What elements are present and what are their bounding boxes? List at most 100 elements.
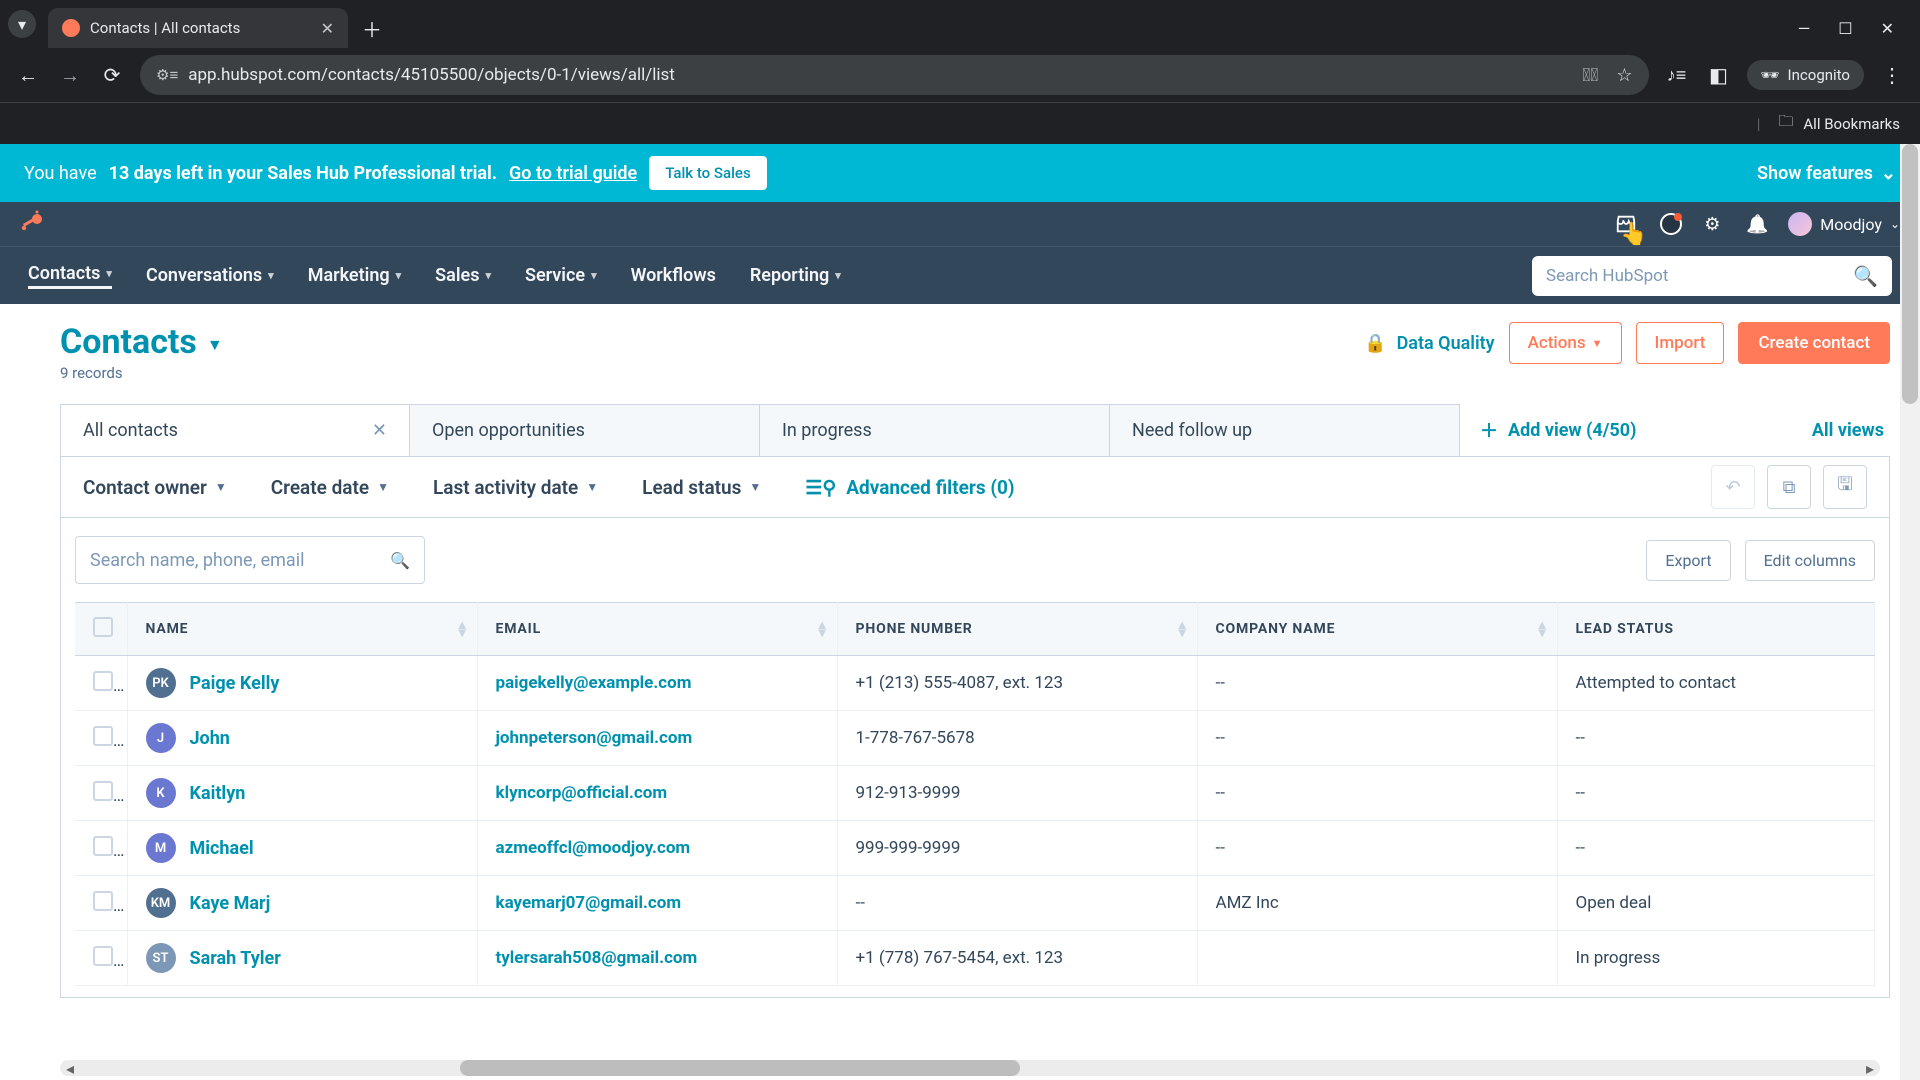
address-bar[interactable]: ⚙≡ app.hubspot.com/contacts/45105500/obj… [140,55,1649,95]
nav-marketing[interactable]: Marketing▾ [308,265,401,286]
actions-button[interactable]: Actions▼ [1509,322,1622,364]
contact-email-link[interactable]: klyncorp@official.com [496,783,668,803]
contact-email-link[interactable]: johnpeterson@gmail.com [496,728,693,748]
data-quality-link[interactable]: 🔒 Data Quality [1364,333,1494,354]
all-views-link[interactable]: All views [1812,420,1890,441]
chevron-down-icon[interactable]: ⌄ [1881,163,1896,184]
kebab-menu-icon[interactable]: ⋮ [1878,63,1906,87]
contact-name-link[interactable]: John [190,728,230,749]
col-name[interactable]: NAME▴▾ [127,603,477,656]
sidepanel-icon[interactable]: ◧ [1705,63,1733,87]
nav-workflows[interactable]: Workflows [631,265,716,286]
reload-icon[interactable]: ⟳ [98,63,126,87]
add-view-button[interactable]: ＋Add view (4/50) [1480,417,1636,443]
edit-columns-button[interactable]: Edit columns [1745,540,1875,581]
contact-name-link[interactable]: Kaye Marj [190,893,271,914]
table-row[interactable]: KKaitlyn klyncorp@official.com 912-913-9… [75,766,1875,821]
close-icon[interactable]: ✕ [372,420,387,441]
table-row[interactable]: KMKaye Marj kayemarj07@gmail.com -- AMZ … [75,876,1875,931]
talk-to-sales-button[interactable]: Talk to Sales [649,156,766,190]
table-row[interactable]: JJohn johnpeterson@gmail.com 1-778-767-5… [75,711,1875,766]
nav-conversations[interactable]: Conversations▾ [146,265,274,286]
bookmark-star-icon[interactable]: ☆ [1616,65,1632,86]
row-checkbox[interactable] [75,821,127,876]
save-icon[interactable]: 🖫 [1823,465,1867,509]
nav-service[interactable]: Service▾ [525,265,597,286]
eye-off-icon[interactable]: 👁̸ [1582,65,1598,86]
hubspot-logo-icon[interactable] [20,209,44,239]
table-search[interactable]: 🔍 [75,536,425,584]
account-menu[interactable]: Moodjoy ⌄ [1788,212,1900,236]
filters-bar: Contact owner▼ Create date▼ Last activit… [60,456,1890,518]
search-icon[interactable]: 🔍 [390,551,410,570]
contact-name-link[interactable]: Michael [190,838,254,859]
table-search-input[interactable] [90,550,380,571]
row-checkbox[interactable] [75,931,127,986]
marketplace-icon[interactable]: 👆 [1614,212,1638,236]
forward-icon[interactable]: → [56,63,84,88]
filter-last-activity-date[interactable]: Last activity date▼ [433,476,598,499]
search-icon[interactable]: 🔍 [1853,264,1878,288]
table-row[interactable]: STSarah Tyler tylersarah508@gmail.com +1… [75,931,1875,986]
row-checkbox[interactable] [75,711,127,766]
browser-tab[interactable]: Contacts | All contacts ✕ [48,8,348,48]
col-phone[interactable]: PHONE NUMBER▴▾ [837,603,1197,656]
incognito-indicator[interactable]: 🕶 Incognito [1747,60,1865,90]
new-tab-button[interactable]: ＋ [356,12,388,44]
show-features-toggle[interactable]: Show features [1757,163,1873,184]
all-bookmarks-link[interactable]: All Bookmarks [1803,115,1900,133]
horizontal-scrollbar[interactable]: ◂ ▸ [60,1060,1880,1076]
col-email[interactable]: EMAIL▴▾ [477,603,837,656]
global-search[interactable]: 🔍 [1532,256,1892,296]
back-icon[interactable]: ← [14,63,42,88]
row-checkbox[interactable] [75,766,127,821]
minimize-icon[interactable]: — [1798,19,1811,38]
bookmarks-bar: | 🗀 All Bookmarks [0,102,1920,144]
browser-chrome: ▾ Contacts | All contacts ✕ ＋ — ☐ ✕ ← → … [0,0,1920,144]
filter-lead-status[interactable]: Lead status▼ [642,476,761,499]
nav-reporting[interactable]: Reporting▾ [750,265,841,286]
row-checkbox[interactable] [75,876,127,931]
advanced-filters-button[interactable]: ☰⚲Advanced filters (0) [805,476,1014,499]
import-button[interactable]: Import [1636,322,1725,364]
contact-name-link[interactable]: Kaitlyn [190,783,246,804]
contact-name-link[interactable]: Sarah Tyler [190,948,281,969]
filter-contact-owner[interactable]: Contact owner▼ [83,476,227,499]
view-tab-in-progress[interactable]: In progress [760,404,1110,456]
vertical-scrollbar[interactable] [1900,144,1920,1080]
col-lead-status[interactable]: LEAD STATUS [1557,603,1875,656]
view-tab-need-follow-up[interactable]: Need follow up [1110,404,1460,456]
filter-create-date[interactable]: Create date▼ [271,476,389,499]
copy-icon[interactable]: ⧉ [1767,465,1811,509]
table-row[interactable]: PKPaige Kelly paigekelly@example.com +1 … [75,656,1875,711]
copilot-icon[interactable] [1660,213,1682,235]
page-title[interactable]: Contacts▼ [60,322,223,362]
undo-icon[interactable]: ↶ [1711,465,1755,509]
select-all-header[interactable] [75,603,127,656]
contact-email-link[interactable]: azmeoffcl@moodjoy.com [496,838,691,858]
maximize-icon[interactable]: ☐ [1838,19,1852,38]
contact-email-link[interactable]: paigekelly@example.com [496,673,692,693]
nav-sales[interactable]: Sales▾ [435,265,491,286]
create-contact-button[interactable]: Create contact [1738,322,1890,364]
contact-name-link[interactable]: Paige Kelly [190,673,280,694]
close-window-icon[interactable]: ✕ [1881,19,1894,38]
col-company[interactable]: COMPANY NAME▴▾ [1197,603,1557,656]
contact-email-link[interactable]: kayemarj07@gmail.com [496,893,682,913]
tab-list-dropdown[interactable]: ▾ [8,10,36,38]
view-tab-open-opportunities[interactable]: Open opportunities [410,404,760,456]
media-icon[interactable]: ♪≡ [1663,65,1691,86]
contact-company: -- [1197,711,1557,766]
row-checkbox[interactable] [75,656,127,711]
close-tab-icon[interactable]: ✕ [321,19,334,38]
site-settings-icon[interactable]: ⚙≡ [156,66,178,84]
trial-guide-link[interactable]: Go to trial guide [509,163,637,184]
gear-icon[interactable] [1704,214,1724,234]
contact-email-link[interactable]: tylersarah508@gmail.com [496,948,698,968]
table-row[interactable]: MMichael azmeoffcl@moodjoy.com 999-999-9… [75,821,1875,876]
nav-contacts[interactable]: Contacts▾ [28,263,112,289]
export-button[interactable]: Export [1646,540,1730,581]
bell-icon[interactable] [1746,214,1766,234]
view-tab-all-contacts[interactable]: All contacts✕ [60,404,410,456]
global-search-input[interactable] [1546,266,1853,286]
